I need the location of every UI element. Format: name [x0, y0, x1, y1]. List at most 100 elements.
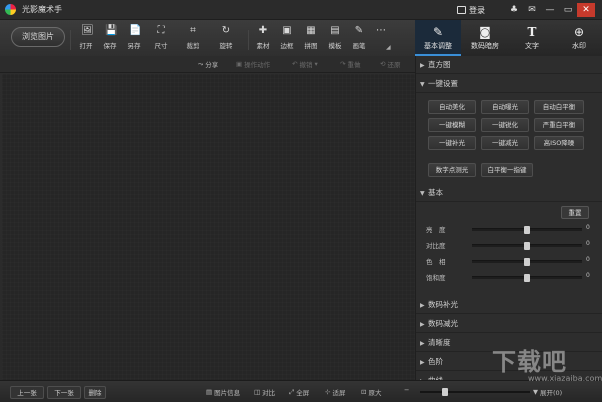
compare-button[interactable]: ◫ 对比	[254, 387, 275, 397]
collapsed-arrow-icon: ▶	[420, 302, 425, 309]
original-size-label: 原大	[368, 389, 382, 397]
maximize-button[interactable]: ▭	[559, 3, 577, 17]
saturation-slider[interactable]: 饱和度 0	[426, 271, 591, 283]
rotate-label: 旋转	[219, 42, 233, 50]
prev-image-button[interactable]: 上一张	[10, 386, 44, 399]
expand-label: 展开(0)	[540, 389, 563, 397]
material-button[interactable]: ✚ 素材	[251, 26, 275, 51]
open-icon: 🖼	[81, 25, 94, 36]
camera-icon: ◙	[479, 25, 491, 39]
slider-track[interactable]	[472, 226, 582, 234]
tab-text[interactable]: T 文字	[509, 20, 555, 56]
brush-button[interactable]: ✎ 画笔	[347, 25, 371, 51]
auto-beautify-button[interactable]: 自动美化	[428, 100, 476, 114]
next-image-button[interactable]: 下一张	[47, 386, 81, 399]
image-info-label: 图片信息	[214, 389, 241, 397]
section-one-click[interactable]: ▼ 一键设置	[416, 75, 602, 93]
white-balance-picker-button[interactable]: 白平衡一指键	[481, 163, 533, 177]
fullscreen-button[interactable]: ⤢ 全屏	[289, 387, 309, 398]
border-button[interactable]: ▣ 边框	[275, 26, 299, 51]
template-button[interactable]: ▤ 模板	[323, 26, 347, 51]
slider-knob[interactable]	[524, 226, 530, 234]
tab-basic-adjust[interactable]: ✎ 基本调整	[415, 20, 461, 56]
collage-button[interactable]: ▦ 拼图	[299, 25, 323, 51]
original-size-icon: ⊡	[361, 388, 367, 396]
section-label: 直方图	[428, 60, 451, 69]
open-label: 打开	[79, 42, 93, 50]
skin-button[interactable]: ♣	[505, 3, 523, 17]
section-histogram[interactable]: ▶ 直方图	[416, 56, 602, 74]
save-icon: 💾	[105, 25, 118, 36]
restore-icon: ⟲	[380, 60, 386, 68]
size-button[interactable]: ⛶ 尺寸	[149, 26, 173, 51]
tab-label: 数码暗房	[471, 42, 499, 50]
expand-filmstrip-button[interactable]: ▼ 展开(0)	[533, 387, 562, 397]
original-size-button[interactable]: ⊡ 原大	[361, 387, 381, 397]
restore-button[interactable]: ⟲ 还原	[380, 59, 400, 69]
undo-dropdown-icon: ▾	[314, 60, 318, 68]
zoom-out-icon[interactable]: −	[404, 386, 409, 394]
actions-button[interactable]: ▣ 操作动作	[236, 59, 270, 69]
slider-track[interactable]	[472, 258, 582, 266]
blur-button[interactable]: 一键模糊	[428, 118, 476, 132]
crop-button[interactable]: ⌗ 裁剪	[181, 26, 205, 51]
save-as-icon: 📄	[129, 25, 142, 36]
sub-toolbar: ⤳ 分享 ▣ 操作动作 ↶ 撤销 ▾ ↷ 重做 ⟲ 还原	[0, 56, 415, 73]
contrast-slider[interactable]: 对比度 0	[426, 239, 591, 251]
image-info-button[interactable]: ▤ 图片信息	[206, 387, 240, 397]
more-button[interactable]: ⋯	[369, 26, 393, 36]
auto-white-balance-button[interactable]: 自动白平衡	[534, 100, 584, 114]
close-button[interactable]: ✕	[577, 3, 595, 17]
zoom-slider[interactable]	[420, 388, 530, 396]
slider-knob[interactable]	[524, 274, 530, 282]
fit-screen-button[interactable]: ⊹ 适屏	[325, 387, 345, 397]
redo-button[interactable]: ↷ 重做	[340, 59, 360, 69]
undo-icon: ↶	[292, 60, 298, 68]
app-title: 光影魔术手	[22, 5, 62, 14]
share-button[interactable]: ⤳ 分享	[198, 59, 218, 70]
reduce-light-button[interactable]: 一键减光	[481, 136, 529, 150]
auto-exposure-button[interactable]: 自动曝光	[481, 100, 529, 114]
section-label: 数码减光	[428, 319, 458, 328]
reset-button[interactable]: 重置	[561, 206, 589, 219]
login-button[interactable]: 登录	[457, 4, 485, 16]
save-as-button[interactable]: 📄 另存	[122, 25, 146, 51]
strong-white-balance-button[interactable]: 严重白平衡	[534, 118, 584, 132]
expand-toolbar-icon[interactable]: ◢	[386, 44, 391, 51]
message-button[interactable]: ✉	[523, 3, 541, 17]
open-button[interactable]: 🖼 打开	[74, 25, 98, 51]
expanded-arrow-icon: ▼	[420, 190, 425, 197]
section-basic[interactable]: ▼ 基本	[416, 184, 602, 202]
slider-track[interactable]	[472, 242, 582, 250]
sharpen-button[interactable]: 一键锐化	[481, 118, 529, 132]
section-label: 数码补光	[428, 300, 458, 309]
rotate-button[interactable]: ↻ 旋转	[214, 26, 238, 51]
collapsed-arrow-icon: ▶	[420, 321, 425, 328]
section-fill-light[interactable]: ▶ 数码补光	[416, 296, 602, 314]
slider-knob[interactable]	[524, 242, 530, 250]
compare-label: 对比	[262, 389, 276, 397]
collage-icon: ▦	[306, 25, 316, 36]
delete-button[interactable]: 删除	[84, 386, 106, 399]
slider-track[interactable]	[472, 274, 582, 282]
hue-slider[interactable]: 色 相 0	[426, 255, 591, 267]
tab-label: 基本调整	[424, 42, 452, 50]
save-button[interactable]: 💾 保存	[98, 25, 122, 51]
bottom-bar: 上一张 下一张 删除 ▤ 图片信息 ◫ 对比 ⤢ 全屏 ⊹ 适屏 ⊡ 原大 − ▼ 展开(0…	[0, 380, 602, 402]
section-reduce-light[interactable]: ▶ 数码减光	[416, 315, 602, 333]
slider-label: 饱和度	[426, 274, 446, 282]
brush-icon: ✎	[354, 25, 364, 36]
iso-denoise-button[interactable]: 高ISO降噪	[534, 136, 584, 150]
undo-button[interactable]: ↶ 撤销 ▾	[292, 59, 318, 69]
tab-digital-darkroom[interactable]: ◙ 数码暗房	[462, 20, 508, 56]
more-icon: ⋯	[376, 25, 386, 36]
browse-images-button[interactable]: 浏览图片	[11, 27, 65, 47]
minimize-button[interactable]: —	[541, 3, 559, 17]
slider-knob[interactable]	[524, 258, 530, 266]
fill-light-button[interactable]: 一键补光	[428, 136, 476, 150]
brightness-slider[interactable]: 亮 度 0	[426, 223, 591, 235]
zoom-slider-knob[interactable]	[442, 388, 448, 396]
spot-metering-button[interactable]: 数字点测光	[428, 163, 476, 177]
tab-watermark[interactable]: ⊕ 水印	[556, 20, 602, 56]
image-canvas[interactable]	[2, 74, 415, 380]
